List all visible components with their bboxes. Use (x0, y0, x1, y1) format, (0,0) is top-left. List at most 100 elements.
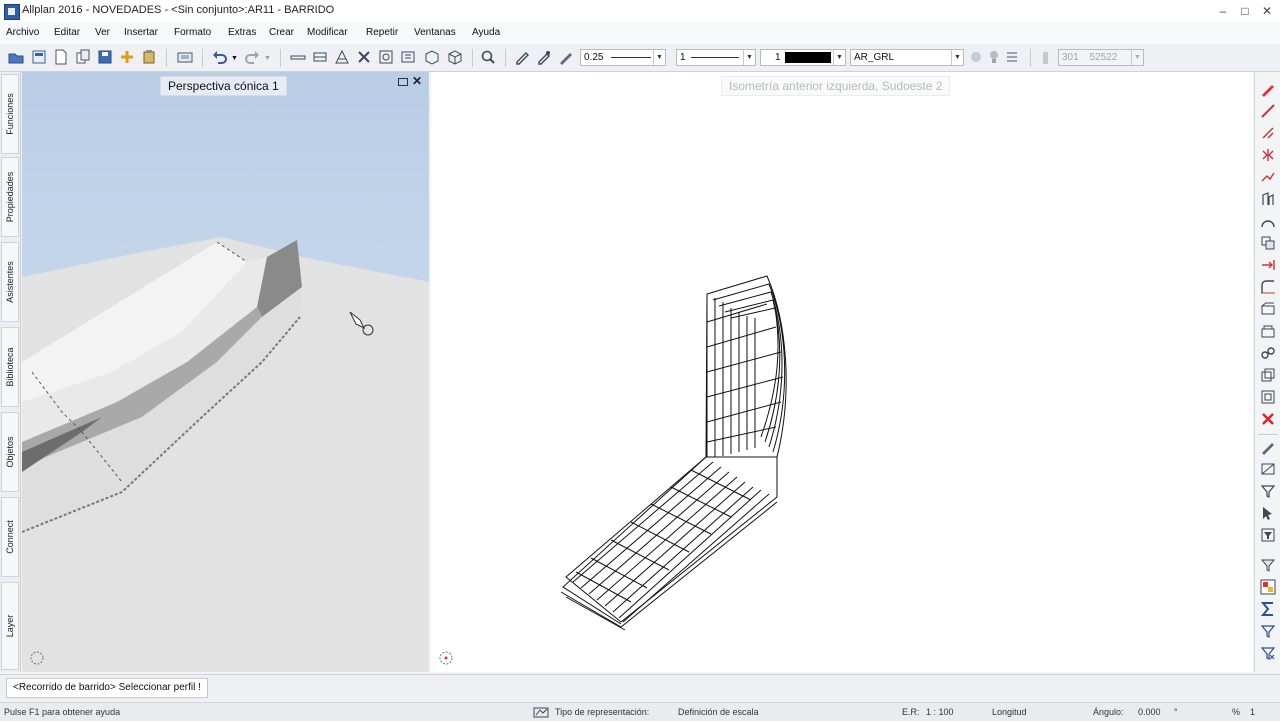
maximize-icon[interactable]: □ (1234, 3, 1256, 19)
fillet-icon[interactable] (1260, 279, 1276, 295)
filter-outline-icon[interactable] (1260, 623, 1276, 639)
menu-extras[interactable]: Extras (228, 27, 256, 38)
misc-b-value: 52522 (1089, 52, 1118, 63)
tab-biblioteca[interactable]: Biblioteca (1, 327, 19, 407)
edit-pen-icon[interactable] (1260, 439, 1276, 455)
move-icon[interactable] (1260, 257, 1276, 273)
format-painter-icon[interactable] (514, 49, 530, 65)
delete-scissors-icon[interactable] (356, 49, 372, 65)
menu-insertar[interactable]: Insertar (124, 27, 158, 38)
extrude-icon[interactable] (1260, 323, 1276, 339)
menu-ventanas[interactable]: Ventanas (414, 27, 456, 38)
representation-value[interactable]: Definición de escala (678, 707, 759, 717)
chamfer-icon[interactable] (1260, 301, 1276, 317)
measure-icon[interactable] (1260, 103, 1276, 119)
toolbar-divider (1258, 434, 1278, 435)
layer-visibility-icon[interactable] (968, 49, 984, 65)
arc-icon[interactable] (1260, 213, 1276, 229)
menu-crear[interactable]: Crear (269, 27, 294, 38)
undo-dropdown-icon[interactable]: ▼ (231, 55, 238, 62)
undo-icon[interactable] (212, 49, 228, 65)
project-open-icon[interactable] (8, 49, 24, 65)
scale-value[interactable]: 1 : 100 (926, 707, 954, 717)
viewport-close-icon[interactable]: ✕ (412, 74, 422, 88)
mirror-icon[interactable] (1260, 147, 1276, 163)
format-pick-icon[interactable] (536, 49, 552, 65)
tab-asistentes[interactable]: Asistentes (1, 242, 19, 322)
minimize-icon[interactable]: – (1212, 3, 1234, 19)
rectangle-icon[interactable] (312, 49, 328, 65)
layer-settings-icon[interactable] (1004, 49, 1020, 65)
menu-repetir[interactable]: Repetir (366, 27, 398, 38)
color-select[interactable]: 1 ▼ (760, 49, 846, 66)
tab-label: Biblioteca (5, 347, 15, 387)
open-files-icon[interactable] (31, 49, 47, 65)
select-filter-icon[interactable] (1260, 483, 1276, 499)
save-icon[interactable] (97, 49, 113, 65)
layer-select[interactable]: AR_GRL ▼ (850, 49, 964, 66)
menu-ver[interactable]: Ver (95, 27, 110, 38)
pointer-filter-icon[interactable] (1260, 505, 1276, 521)
allplan-app-icon[interactable] (4, 4, 20, 20)
redo-dropdown-icon[interactable]: ▼ (264, 55, 271, 62)
help-hint: Pulse F1 para obtener ayuda (4, 707, 121, 717)
chevron-down-icon: ▼ (1131, 50, 1143, 65)
chevron-down-icon[interactable]: ▼ (743, 50, 755, 65)
new-document-icon[interactable] (53, 49, 69, 65)
viewport-perspective[interactable]: Perspectiva cónica 1 ✕ (22, 72, 429, 672)
layers-icon[interactable] (1260, 367, 1276, 383)
line-icon[interactable] (290, 49, 306, 65)
viewport-maximize-icon[interactable] (398, 78, 408, 86)
point-icon[interactable] (1260, 125, 1276, 141)
line-type-select[interactable]: 1 ▼ (676, 49, 756, 66)
tab-connect[interactable]: Connect (1, 497, 19, 577)
print-preview-icon[interactable] (177, 49, 193, 65)
offset-icon[interactable] (1260, 191, 1276, 207)
sum-icon[interactable] (1260, 601, 1276, 617)
delete-icon[interactable] (1260, 411, 1276, 427)
paste-icon[interactable] (141, 49, 157, 65)
funnel-icon[interactable] (1260, 557, 1276, 573)
wireframe-lines (560, 275, 787, 631)
menu-ayuda[interactable]: Ayuda (472, 27, 500, 38)
menu-editar[interactable]: Editar (54, 27, 80, 38)
redo-icon[interactable] (244, 49, 260, 65)
menu-archivo[interactable]: Archivo (6, 27, 39, 38)
chevron-down-icon[interactable]: ▼ (653, 50, 665, 65)
tab-objetos[interactable]: Objetos (1, 412, 19, 492)
viewport-isometric[interactable]: Isometría anterior izquierda, Sudoeste 2 (431, 72, 1253, 672)
menu-modificar[interactable]: Modificar (307, 27, 348, 38)
lightbulb-icon[interactable] (986, 49, 1002, 65)
tab-propiedades[interactable]: Propiedades (1, 157, 19, 237)
color-filter-icon[interactable] (1260, 579, 1276, 595)
representation-icon[interactable] (533, 705, 549, 718)
copy-element-icon[interactable] (378, 49, 394, 65)
frame-icon[interactable] (1260, 389, 1276, 405)
cut-icon[interactable] (119, 49, 135, 65)
modify-element-icon[interactable] (400, 49, 416, 65)
link-icon[interactable] (1260, 345, 1276, 361)
stretch-icon[interactable] (1260, 169, 1276, 185)
perspective-scene[interactable] (22, 72, 429, 672)
tab-funciones[interactable]: Funciones (1, 74, 19, 154)
menu-formato[interactable]: Formato (174, 27, 211, 38)
triangle-icon[interactable] (334, 49, 350, 65)
filter-area-icon[interactable] (1260, 461, 1276, 477)
close-icon[interactable]: ✕ (1256, 3, 1278, 19)
3d-box-icon[interactable] (424, 49, 440, 65)
tab-layer[interactable]: Layer (1, 582, 19, 670)
copy-multiple-icon[interactable] (1260, 235, 1276, 251)
zoom-search-icon[interactable] (480, 49, 496, 65)
chevron-down-icon[interactable]: ▼ (951, 50, 963, 65)
pen-thickness-select[interactable]: 0.25 ▼ (580, 49, 666, 66)
3d-solid-icon[interactable] (447, 49, 463, 65)
angle-value[interactable]: 0.000 (1138, 707, 1161, 717)
filter-clear-icon[interactable] (1260, 645, 1276, 661)
pen-red-icon[interactable] (1260, 81, 1276, 97)
filter-element-icon[interactable] (1260, 527, 1276, 543)
toolbar-separator (1030, 49, 1031, 67)
view-cube-icon[interactable] (439, 651, 453, 665)
chevron-down-icon[interactable]: ▼ (833, 50, 845, 65)
pen-icon[interactable] (558, 49, 574, 65)
copy-icon[interactable] (75, 49, 91, 65)
